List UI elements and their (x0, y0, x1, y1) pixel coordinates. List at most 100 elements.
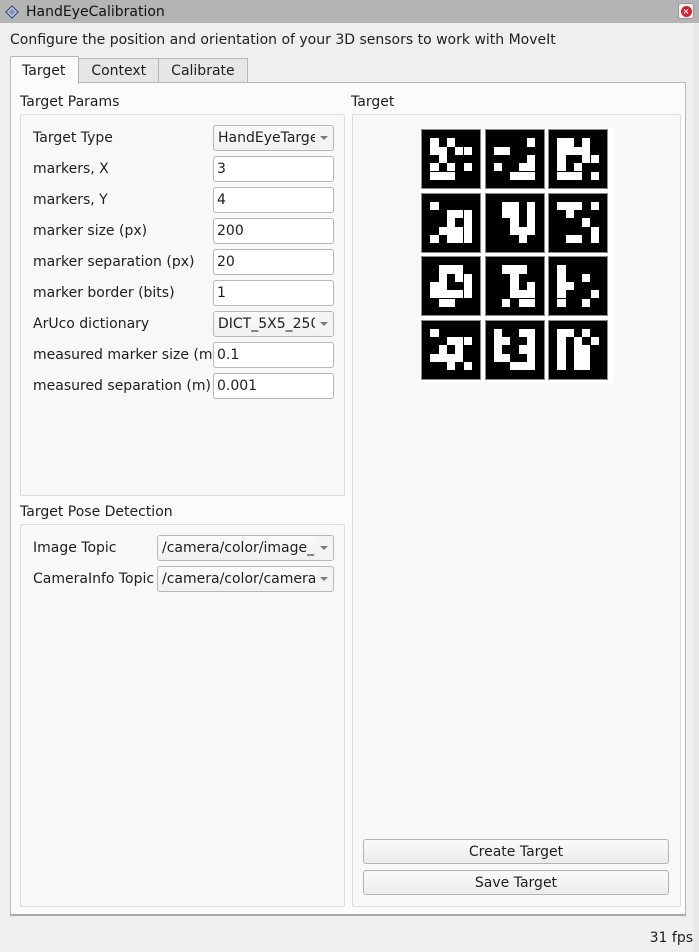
marker-bit (557, 154, 566, 164)
marker-bit (438, 353, 447, 362)
marker-bit (582, 362, 591, 371)
marker-border-input[interactable]: 1 (213, 280, 334, 306)
image-topic-label: Image Topic (33, 540, 117, 556)
marker-bit (446, 298, 456, 307)
target-params-group: Target Type HandEyeTarget markers, X 3 m… (20, 114, 345, 496)
aruco-dictionary-select[interactable]: DICT_5X5_250 (213, 311, 334, 337)
marker-bit (438, 226, 447, 235)
marker-bit (557, 328, 566, 338)
marker-bit (527, 226, 536, 235)
marker-bit (590, 154, 599, 164)
marker-bit (573, 235, 583, 244)
marker-bit (582, 154, 591, 164)
measured-marker-size-input[interactable]: 0.1 (213, 342, 334, 368)
create-target-button[interactable]: Create Target (363, 839, 669, 864)
marker-bit (573, 146, 583, 155)
marker-bit (518, 235, 527, 244)
markers-x-input[interactable]: 3 (213, 156, 334, 182)
close-button[interactable]: × (678, 3, 694, 19)
tab-target[interactable]: Target (10, 56, 80, 84)
marker-bit (463, 226, 472, 235)
tab-context[interactable]: Context (79, 58, 160, 83)
measured-separation-label: measured separation (m) (33, 378, 211, 394)
marker-bit (518, 226, 527, 235)
marker-bit (455, 290, 464, 299)
target-image (420, 128, 614, 383)
marker-bit (455, 226, 464, 235)
marker-bit (557, 353, 566, 362)
image-topic-value: /camera/color/image_raw (162, 540, 315, 556)
marker-bit (455, 265, 464, 274)
marker-bit (565, 235, 574, 244)
marker-bit (438, 290, 447, 299)
marker-bit (590, 290, 599, 299)
marker-bit (527, 345, 536, 354)
marker-size-input[interactable]: 200 (213, 218, 334, 244)
camerainfo-topic-select[interactable]: /camera/color/camera_info (157, 566, 334, 592)
aruco-marker (548, 192, 608, 253)
chevron-down-icon (315, 536, 333, 560)
marker-bit (438, 298, 447, 307)
marker-bit (565, 201, 574, 211)
marker-bit (565, 210, 574, 219)
tab-calibrate[interactable]: Calibrate (159, 58, 248, 83)
marker-bit (463, 235, 472, 244)
pose-detection-title: Target Pose Detection (20, 504, 173, 520)
marker-bit (438, 265, 447, 274)
marker-bit (565, 328, 574, 338)
form-row-target-type: Target Type (33, 125, 113, 151)
aruco-marker (421, 192, 481, 253)
save-target-button[interactable]: Save Target (363, 870, 669, 895)
marker-bit (582, 345, 591, 354)
marker-bit (446, 235, 456, 244)
marker-bit (438, 154, 447, 164)
marker-bit (557, 337, 566, 346)
marker-bit (527, 218, 536, 227)
marker-bit (527, 337, 536, 346)
marker-bit (430, 281, 439, 291)
marker-separation-label: marker separation (px) (33, 254, 195, 270)
measured-separation-input[interactable]: 0.001 (213, 373, 334, 399)
marker-bit (455, 235, 464, 244)
marker-bit (590, 171, 599, 180)
marker-bit (590, 201, 599, 211)
aruco-dictionary-value: DICT_5X5_250 (218, 316, 315, 332)
marker-bit (557, 345, 566, 354)
marker-bit (557, 298, 566, 307)
diamond-icon (5, 4, 19, 19)
target-type-select[interactable]: HandEyeTarget (213, 125, 334, 151)
marker-bit (493, 337, 503, 346)
markers-y-input[interactable]: 4 (213, 187, 334, 213)
marker-bit (527, 138, 536, 147)
marker-bit (446, 265, 456, 274)
marker-bit (510, 226, 519, 235)
image-topic-select[interactable]: /camera/color/image_raw (157, 535, 334, 561)
window-title: HandEyeCalibration (26, 3, 165, 20)
marker-bit (565, 281, 574, 291)
marker-bit (565, 146, 574, 155)
form-row-measured-marker-size: measured marker size (m) (33, 342, 218, 368)
marker-bit (557, 273, 566, 282)
target-type-value: HandEyeTarget (218, 130, 315, 146)
marker-separation-input[interactable]: 20 (213, 249, 334, 275)
marker-bit (446, 290, 456, 299)
marker-bit (463, 362, 472, 371)
marker-bit (582, 218, 591, 227)
marker-bit (463, 210, 472, 219)
marker-bit (463, 281, 472, 291)
marker-bit (455, 210, 464, 219)
marker-bit (557, 362, 566, 371)
marker-bit (590, 235, 599, 244)
marker-bit (438, 281, 447, 291)
marker-bit (557, 265, 566, 274)
title-bar: HandEyeCalibration × (0, 0, 699, 23)
marker-bit (446, 218, 456, 227)
marker-bit (455, 345, 464, 354)
aruco-marker (484, 129, 545, 189)
marker-bit (510, 273, 519, 282)
tab-bar: Target Context Calibrate (10, 56, 248, 84)
marker-bit (527, 353, 536, 362)
marker-bit (573, 337, 583, 346)
marker-bit (573, 201, 583, 211)
marker-bit (493, 163, 503, 172)
